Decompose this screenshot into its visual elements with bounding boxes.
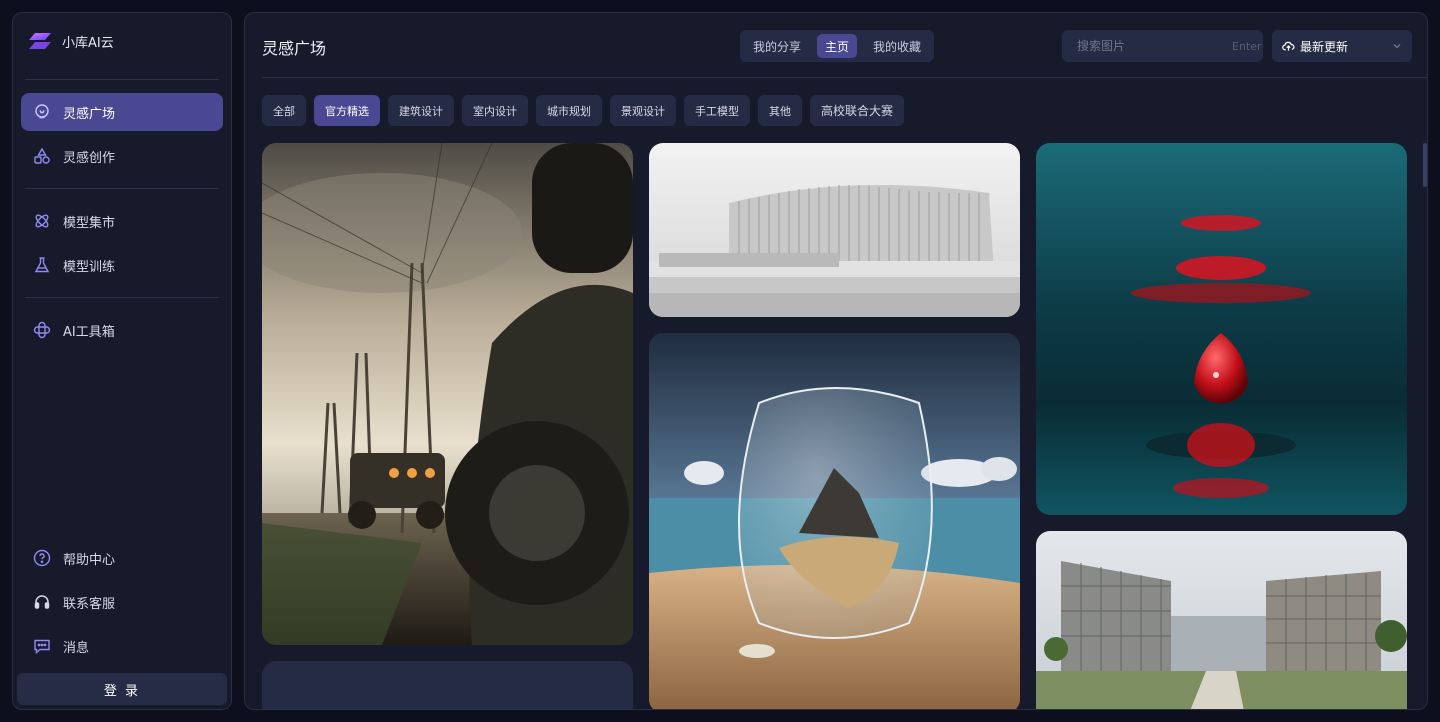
toolbox-icon <box>33 321 51 339</box>
sidebar-item-label: 灵感广场 <box>63 106 116 122</box>
category-chip-official[interactable]: 官方精选 <box>314 95 380 126</box>
gallery-card-placeholder[interactable] <box>262 661 633 709</box>
login-button[interactable]: 登 录 <box>17 673 227 705</box>
category-chip-architecture[interactable]: 建筑设计 <box>388 95 454 126</box>
gallery-image <box>649 333 1020 709</box>
sidebar-item-label: 消息 <box>63 640 90 656</box>
sidebar-divider <box>25 188 219 189</box>
gallery-card-glass-island[interactable] <box>649 333 1020 709</box>
category-filter: 全部 官方精选 建筑设计 室内设计 城市规划 景观设计 手工模型 其他 高校联合… <box>262 95 905 126</box>
sidebar-item-label: 模型集市 <box>63 215 116 231</box>
category-chip-handmade-model[interactable]: 手工模型 <box>684 95 750 126</box>
sort-dropdown[interactable]: 最新更新 <box>1272 30 1412 62</box>
view-tabs: 我的分享 主页 我的收藏 <box>740 30 934 62</box>
lightbulb-icon <box>33 103 51 121</box>
main-panel: 灵感广场 我的分享 主页 我的收藏 Enter 最新更新 全部 官方精选 建筑设… <box>244 12 1428 710</box>
search-input[interactable] <box>1077 39 1227 53</box>
category-chip-other[interactable]: 其他 <box>758 95 802 126</box>
brand-name: 小库AI云 <box>62 35 114 51</box>
sort-label: 最新更新 <box>1300 39 1349 54</box>
message-icon <box>33 637 51 655</box>
tab-my-favorites[interactable]: 我的收藏 <box>865 34 929 58</box>
sidebar-item-label: AI工具箱 <box>63 324 115 340</box>
cloud-refresh-icon <box>1282 41 1295 51</box>
sidebar-divider <box>25 297 219 298</box>
sidebar-item-label: 联系客服 <box>63 596 116 612</box>
sidebar-item-ai-toolbox[interactable]: AI工具箱 <box>21 311 223 349</box>
brand-logo-icon <box>29 33 51 49</box>
gallery-image <box>649 143 1020 317</box>
atom-icon <box>33 212 51 230</box>
sidebar-item-label: 模型训练 <box>63 259 116 275</box>
sidebar-item-inspiration-square[interactable]: 灵感广场 <box>21 93 223 131</box>
sidebar-item-inspiration-create[interactable]: 灵感创作 <box>21 137 223 175</box>
gallery-card-droplet[interactable] <box>1036 143 1407 515</box>
header-divider <box>262 77 1427 78</box>
headset-icon <box>33 593 51 611</box>
category-chip-interior[interactable]: 室内设计 <box>462 95 528 126</box>
chevron-down-icon <box>1393 44 1401 49</box>
flask-icon <box>33 256 51 274</box>
gallery-card-campus[interactable] <box>1036 531 1407 709</box>
gallery-image <box>1036 143 1407 515</box>
shapes-icon <box>33 147 51 165</box>
category-chip-landscape[interactable]: 景观设计 <box>610 95 676 126</box>
gallery-card-vehicle[interactable] <box>262 143 633 645</box>
sidebar-item-messages[interactable]: 消息 <box>21 627 223 665</box>
sidebar-item-label: 帮助中心 <box>63 552 116 568</box>
brand[interactable]: 小库AI云 <box>27 31 114 51</box>
enter-hint: Enter <box>1232 39 1262 53</box>
search-box: Enter <box>1062 30 1263 62</box>
tab-home[interactable]: 主页 <box>816 34 857 58</box>
gallery-card-building[interactable] <box>649 143 1020 317</box>
sidebar-divider <box>25 79 219 80</box>
gallery-image <box>262 143 633 645</box>
scrollbar[interactable] <box>1423 143 1427 187</box>
category-chip-all[interactable]: 全部 <box>262 95 306 126</box>
category-chip-urban-planning[interactable]: 城市规划 <box>536 95 602 126</box>
sidebar: 小库AI云 灵感广场 灵感创作 模型集市 模型训练 AI工具箱 帮助中心 联系客… <box>12 12 232 710</box>
tab-my-shares[interactable]: 我的分享 <box>745 34 809 58</box>
sidebar-item-model-market[interactable]: 模型集市 <box>21 202 223 240</box>
gallery-image <box>1036 531 1407 709</box>
category-chip-university-contest[interactable]: 高校联合大赛 <box>810 95 905 126</box>
page-title: 灵感广场 <box>262 39 327 58</box>
sidebar-item-model-training[interactable]: 模型训练 <box>21 246 223 284</box>
sidebar-item-help[interactable]: 帮助中心 <box>21 539 223 577</box>
sidebar-item-support[interactable]: 联系客服 <box>21 583 223 621</box>
sidebar-item-label: 灵感创作 <box>63 150 116 166</box>
help-icon <box>33 549 51 567</box>
